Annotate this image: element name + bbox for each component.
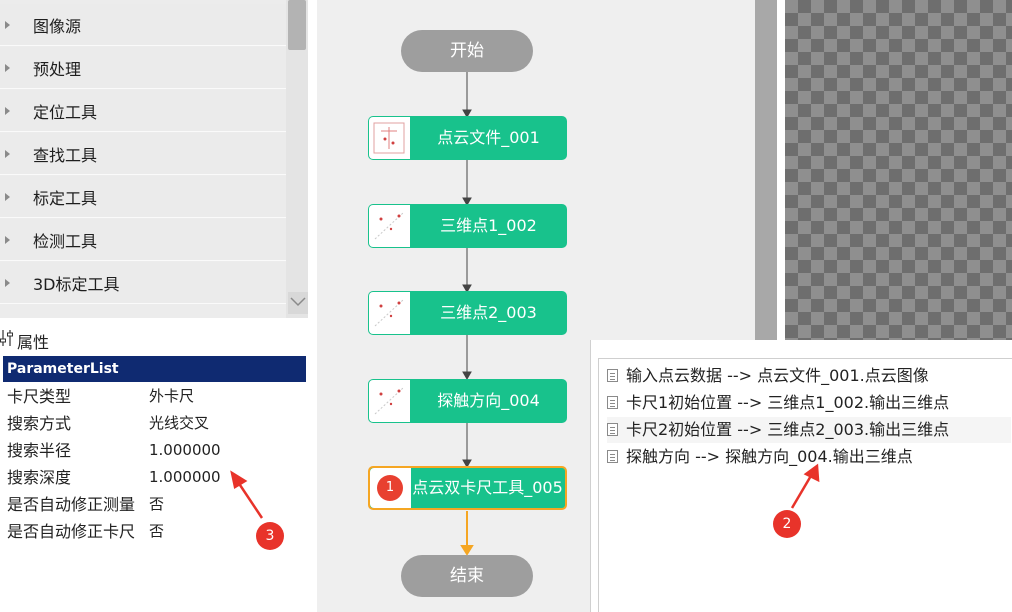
tree-item-label: 预处理: [33, 59, 82, 79]
property-row[interactable]: 是否自动修正测量 否: [0, 491, 240, 518]
3d-point-thumbnail-icon: [369, 292, 410, 334]
tool-tree-panel: 图像源 预处理 定位工具 查找工具 标定工具 检测工具 3D标定工具: [0, 0, 308, 318]
node-marker-1: 1: [377, 475, 403, 501]
expand-arrow-icon[interactable]: [5, 63, 10, 72]
property-panel-title: 属性: [17, 333, 50, 352]
start-node[interactable]: 开始: [401, 30, 533, 72]
parameter-list-edge: [0, 356, 3, 382]
expand-arrow-icon[interactable]: [5, 149, 10, 158]
property-key: 搜索深度: [7, 468, 72, 487]
property-row[interactable]: 搜索深度 1.000000: [0, 464, 240, 491]
link-text: 输入点云数据 --> 点云文件_001.点云图像: [626, 366, 929, 385]
tree-item-locate-tools[interactable]: 定位工具: [0, 90, 286, 132]
flow-node-label: 探触方向_004: [437, 391, 540, 410]
tree-item-find-tools[interactable]: 查找工具: [0, 133, 286, 175]
flow-node-label: 点云双卡尺工具_005: [412, 478, 563, 497]
input-link-list: 输入点云数据 --> 点云文件_001.点云图像 卡尺1初始位置 --> 三维点…: [598, 358, 1012, 612]
flow-node-3d-point-2[interactable]: 三维点2_003: [368, 291, 567, 335]
tree-item-label: 标定工具: [33, 188, 98, 208]
property-row[interactable]: 搜索半径 1.000000: [0, 437, 240, 464]
tree-item-image-source[interactable]: 图像源: [0, 4, 286, 46]
expand-arrow-icon[interactable]: [5, 20, 10, 29]
flow-node-label: 点云文件_001: [437, 128, 540, 147]
3d-point-thumbnail-icon: [369, 205, 410, 247]
property-value[interactable]: 外卡尺: [149, 383, 194, 410]
flow-node-3d-point-1[interactable]: 三维点1_002: [368, 204, 567, 248]
link-row[interactable]: 卡尺2初始位置 --> 三维点2_003.输出三维点: [607, 417, 1011, 443]
annotation-marker-2: 2: [773, 510, 801, 538]
panel-divider: [777, 0, 785, 340]
link-text: 探触方向 --> 探触方向_004.输出三维点: [626, 447, 913, 466]
property-key: 搜索方式: [7, 414, 72, 433]
probe-direction-thumbnail-icon: [369, 380, 410, 422]
scroll-down-button[interactable]: [288, 292, 308, 314]
property-key: 是否自动修正测量: [7, 495, 136, 514]
property-row[interactable]: 是否自动修正卡尺 否: [0, 518, 240, 545]
document-icon: [607, 369, 618, 382]
property-panel: 属性 ParameterList 卡尺类型 外卡尺 搜索方式 光线交叉 搜索半径…: [0, 324, 308, 612]
tree-item-inspection-tools[interactable]: 检测工具: [0, 219, 286, 261]
end-node[interactable]: 结束: [401, 555, 533, 597]
property-value[interactable]: 否: [149, 518, 164, 545]
property-value[interactable]: 否: [149, 491, 164, 518]
property-value[interactable]: 光线交叉: [149, 410, 209, 437]
document-icon: [607, 396, 618, 409]
sliders-icon: [0, 330, 13, 346]
pointcloud-thumbnail-icon: [369, 117, 410, 159]
link-text: 卡尺2初始位置 --> 三维点2_003.输出三维点: [626, 420, 950, 439]
document-icon: [607, 423, 618, 436]
annotation-marker-3: 3: [256, 522, 284, 550]
image-display-area[interactable]: [785, 0, 1012, 340]
tree-item-label: 查找工具: [33, 145, 98, 165]
expand-arrow-icon[interactable]: [5, 235, 10, 244]
property-row[interactable]: 卡尺类型 外卡尺: [0, 383, 240, 410]
tree-item-3d-calibration-tools[interactable]: 3D标定工具: [0, 262, 286, 304]
property-value[interactable]: 1.000000: [149, 464, 221, 491]
tree-item-calibration-tools[interactable]: 标定工具: [0, 176, 286, 218]
expand-arrow-icon[interactable]: [5, 192, 10, 201]
tree-item-label: 3D标定工具: [33, 274, 120, 294]
flow-scrollbar[interactable]: [755, 0, 777, 340]
input-link-panel: 输入点云数据 --> 点云文件_001.点云图像 卡尺1初始位置 --> 三维点…: [590, 340, 1012, 612]
property-row[interactable]: 搜索方式 光线交叉: [0, 410, 240, 437]
tree-item-label: 检测工具: [33, 231, 98, 251]
chevron-down-icon: [290, 297, 306, 307]
flow-node-label: 三维点1_002: [440, 216, 537, 235]
tree-item-label: 定位工具: [33, 102, 98, 122]
parameter-list-header[interactable]: ParameterList: [0, 356, 306, 382]
property-key: 搜索半径: [7, 441, 72, 460]
expand-arrow-icon[interactable]: [5, 106, 10, 115]
document-icon: [607, 450, 618, 463]
tree-scrollbar-thumb[interactable]: [288, 0, 306, 50]
property-value[interactable]: 1.000000: [149, 437, 221, 464]
flow-node-label: 三维点2_003: [440, 303, 537, 322]
property-key: 卡尺类型: [7, 387, 72, 406]
flow-node-probe-direction[interactable]: 探触方向_004: [368, 379, 567, 423]
flow-node-pointcloud-file[interactable]: 点云文件_001: [368, 116, 567, 160]
tree-item-label: 图像源: [33, 16, 82, 36]
property-key: 是否自动修正卡尺: [7, 522, 136, 541]
link-text: 卡尺1初始位置 --> 三维点1_002.输出三维点: [626, 393, 950, 412]
tree-item-preprocess[interactable]: 预处理: [0, 47, 286, 89]
expand-arrow-icon[interactable]: [5, 278, 10, 287]
